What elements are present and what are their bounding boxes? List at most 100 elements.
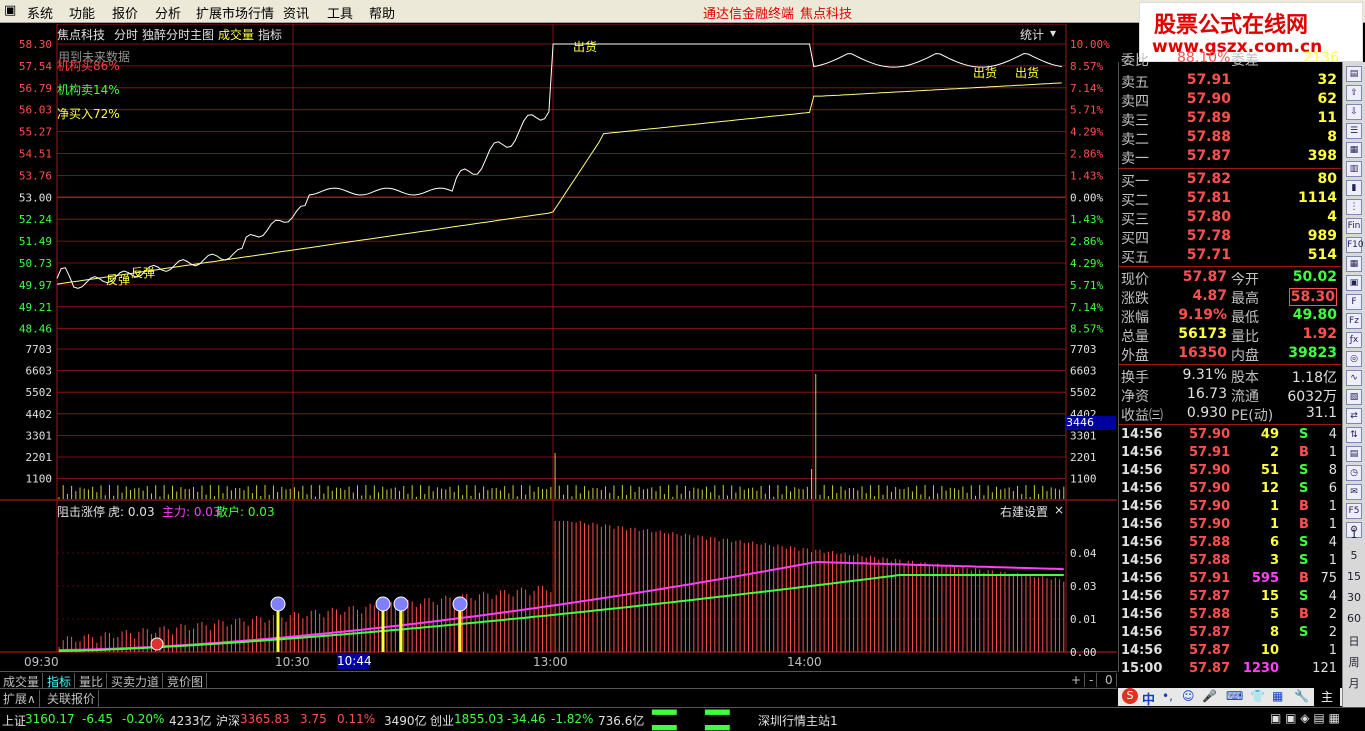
candle-icon[interactable]: ▮	[1346, 180, 1362, 196]
rebound-label-2: 反弹	[131, 266, 156, 280]
menu-tools[interactable]: 工具	[327, 3, 353, 22]
price-tick-label: 52.24	[19, 213, 52, 226]
bid-row[interactable]: 买一 57.82 80	[1119, 171, 1341, 190]
menu-help[interactable]: 帮助	[369, 3, 395, 22]
bid-label: 买二	[1121, 193, 1149, 209]
main-button[interactable]: 主	[1314, 688, 1340, 706]
bid-row[interactable]: 买三 57.80 4	[1119, 209, 1341, 228]
price-tick-label: 55.27	[19, 126, 52, 139]
sogou-icon[interactable]: S	[1122, 688, 1138, 704]
server-name[interactable]: 深圳行情主站1	[758, 712, 838, 729]
stat-label-2: 量比	[1231, 329, 1259, 345]
tick-price: 57.88	[1189, 535, 1231, 550]
grid-icon[interactable]: ▦	[1346, 142, 1362, 158]
bar-icon[interactable]: ▥	[1346, 161, 1362, 177]
smile-icon[interactable]: ☺	[1182, 689, 1195, 703]
tab-extend[interactable]: 扩展∧	[0, 690, 40, 707]
bid-row[interactable]: 买二 57.81 1114	[1119, 190, 1341, 209]
menu-quote[interactable]: 报价	[112, 3, 138, 22]
chart-icon[interactable]: ▤	[1346, 66, 1362, 82]
keyboard-icon[interactable]: ⌨	[1226, 689, 1243, 703]
indicator-tiger-value: 虎: 0.03	[108, 505, 155, 519]
chart-canvas: 58.30 10.00% 57.54 8.57% 56.79 7.14% 56.03 5.71…	[0, 24, 1117, 659]
sort-icon[interactable]: ⇅	[1346, 427, 1362, 443]
stat-value-2: 49.80	[1292, 307, 1337, 323]
fin-value-2: 6032万	[1287, 389, 1337, 405]
menu-function[interactable]: 功能	[69, 3, 95, 22]
period-button[interactable]: 60	[1343, 612, 1365, 625]
fin-icon[interactable]: Fin	[1346, 218, 1362, 234]
arrow-down-icon[interactable]: ⇩	[1346, 104, 1362, 120]
fz-icon[interactable]: Fz	[1346, 313, 1362, 329]
intraday-chart[interactable]: 焦点科技 分时 独醉分时主图 成交量 指标 统计 ▾ 58.30 10.00% 57…	[0, 24, 1117, 670]
wave-icon[interactable]: ∿	[1346, 370, 1362, 386]
tick-side: S	[1299, 535, 1309, 550]
skin-icon[interactable]: 👕	[1250, 689, 1265, 703]
f-icon[interactable]: F	[1346, 294, 1362, 310]
period-button[interactable]: 1	[1343, 528, 1365, 541]
menu-analysis[interactable]: 分析	[155, 3, 181, 22]
punct-icon[interactable]: •,	[1162, 689, 1173, 703]
bid-row[interactable]: 买四 57.78 989	[1119, 228, 1341, 247]
tick-icon[interactable]: ⋮	[1346, 199, 1362, 215]
zoom-out-button[interactable]: -	[1086, 673, 1098, 687]
indicator-close-icon[interactable]: ×	[1054, 503, 1064, 517]
bid-price: 57.82	[1186, 171, 1231, 187]
period-button[interactable]: 30	[1343, 591, 1365, 604]
period-button[interactable]: 周	[1343, 654, 1365, 670]
pct-tick-label: 8.57%	[1070, 323, 1103, 336]
average-price-line	[56, 82, 1062, 285]
fin-row: 净资 16.73 流通 6032万	[1119, 386, 1341, 405]
ask-row[interactable]: 卖四 57.90 62	[1119, 91, 1341, 110]
ime-mode[interactable]: 中	[1142, 689, 1155, 708]
reset-button[interactable]: 0	[1102, 673, 1117, 687]
mic-icon[interactable]: 🎤	[1202, 689, 1217, 703]
cy-label[interactable]: 创业	[430, 712, 454, 729]
clock-icon[interactable]: ◷	[1346, 465, 1362, 481]
f5-icon[interactable]: F5	[1346, 503, 1362, 519]
tick-row: 14:56 57.87 10 1	[1119, 643, 1341, 661]
menu-ext-market[interactable]: 扩展市场行情	[196, 3, 274, 22]
circle-icon[interactable]: ◎	[1346, 351, 1362, 367]
news-icon[interactable]: ▤	[1346, 446, 1362, 462]
time-1400: 14:00	[787, 655, 822, 669]
f10-icon[interactable]: F10	[1346, 237, 1364, 253]
price-tick-label: 56.79	[19, 82, 52, 95]
ask-row[interactable]: 卖三 57.89 11	[1119, 110, 1341, 129]
tab-related-quote[interactable]: 关联报价	[44, 690, 100, 707]
price-tick-label: 54.51	[19, 148, 52, 161]
menu-info[interactable]: 资讯	[283, 3, 309, 22]
period-button[interactable]: 日	[1343, 633, 1365, 649]
ask-row[interactable]: 卖一 57.87 398	[1119, 148, 1341, 167]
multi-icon[interactable]: ▣	[1346, 275, 1362, 291]
tick-time: 14:56	[1121, 463, 1163, 478]
menu-system[interactable]: 系统	[27, 3, 53, 22]
combo-icon[interactable]: ▧	[1346, 389, 1362, 405]
table-icon[interactable]: ▦	[1346, 256, 1362, 272]
net-buy-label: 净买入72%	[57, 107, 120, 121]
ask-row[interactable]: 卖五 57.91 32	[1119, 72, 1341, 91]
sh-label[interactable]: 上证	[2, 712, 26, 729]
tick-volume: 3	[1269, 553, 1279, 568]
flow-icon[interactable]: ⇄	[1346, 408, 1362, 424]
list-icon[interactable]: ☰	[1346, 123, 1362, 139]
indicator-settings[interactable]: 右建设置	[1000, 503, 1048, 520]
extension-tabs: 扩展∧ 关联报价	[0, 688, 1117, 707]
sz-label[interactable]: 沪深	[216, 712, 240, 729]
zoom-in-button[interactable]: +	[1068, 673, 1086, 687]
grid-icon[interactable]: ▦	[1272, 689, 1283, 703]
tick-side: B	[1299, 607, 1309, 622]
tick-volume: 49	[1260, 427, 1279, 442]
ask-row[interactable]: 卖二 57.88 8	[1119, 129, 1341, 148]
app-icon[interactable]: ▣	[4, 3, 16, 18]
period-button[interactable]: 15	[1343, 570, 1365, 583]
period-button[interactable]: 5	[1343, 549, 1365, 562]
arrow-up-icon[interactable]: ⇧	[1346, 85, 1362, 101]
bid-label: 买四	[1121, 231, 1149, 247]
wrench-icon[interactable]: 🔧	[1294, 689, 1309, 703]
fx-icon[interactable]: ƒx	[1346, 332, 1362, 348]
bell-icon[interactable]: ✉	[1346, 484, 1362, 500]
period-button[interactable]: 月	[1343, 675, 1365, 691]
bid-row[interactable]: 买五 57.71 514	[1119, 247, 1341, 266]
status-tray-icons[interactable]: ▣ ▣ ◈ ▤ ▦	[1270, 711, 1340, 725]
